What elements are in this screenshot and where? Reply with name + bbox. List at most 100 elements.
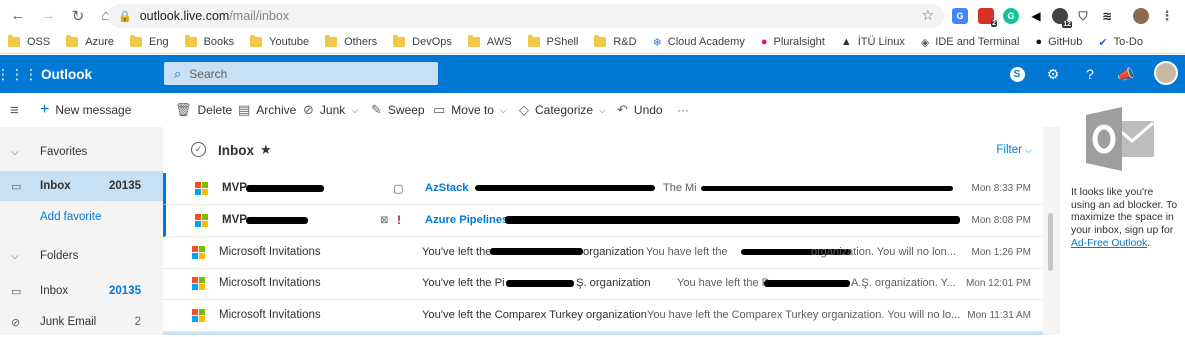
favorites-header[interactable]: ⌵ Favorites bbox=[0, 137, 163, 167]
settings-gear-icon[interactable]: ⚙ bbox=[1043, 64, 1063, 84]
browser-menu-icon[interactable]: ⋮ bbox=[1159, 8, 1175, 24]
bookmark-rd[interactable]: R&D bbox=[594, 35, 637, 48]
more-actions-button[interactable]: ··· bbox=[677, 103, 689, 117]
message-sender: Microsoft Invitations bbox=[219, 246, 321, 259]
list-title: Inbox bbox=[218, 142, 254, 158]
redaction-bar bbox=[505, 216, 960, 224]
bookmark-devops[interactable]: DevOps bbox=[393, 35, 452, 48]
bookmark-label: DevOps bbox=[412, 36, 452, 48]
message-subject-tail: Ş. organization bbox=[576, 277, 651, 290]
categorize-button[interactable]: ◇ Categorize ⌵ bbox=[519, 102, 606, 118]
app-title[interactable]: Outlook bbox=[41, 67, 92, 82]
undo-button[interactable]: ↶ Undo bbox=[617, 102, 663, 118]
favorite-star-icon[interactable]: ★ bbox=[260, 142, 272, 158]
account-avatar[interactable] bbox=[1154, 61, 1178, 85]
bookmark-youtube[interactable]: Youtube bbox=[250, 35, 309, 48]
bookmark-others[interactable]: Others bbox=[325, 35, 377, 48]
folder-move-icon: ▭ bbox=[433, 102, 446, 117]
junk-count: 2 bbox=[134, 316, 141, 328]
bookmark-label: Azure bbox=[85, 36, 114, 48]
message-list-scrollbar[interactable] bbox=[1043, 127, 1060, 335]
extension-arrow-icon[interactable]: ◀ bbox=[1028, 8, 1044, 24]
new-message-label: New message bbox=[55, 103, 132, 117]
bookmark-label: OSS bbox=[27, 36, 51, 48]
microsoft-logo-icon bbox=[195, 182, 208, 195]
whats-new-megaphone-icon[interactable]: 📣 bbox=[1116, 64, 1136, 84]
layers-icon[interactable]: ≋ bbox=[1099, 8, 1115, 24]
new-message-button[interactable]: + New message bbox=[40, 101, 131, 119]
bookmark-eng[interactable]: Eng bbox=[129, 35, 169, 48]
bookmark-books[interactable]: Books bbox=[184, 35, 234, 48]
help-icon[interactable]: ? bbox=[1080, 64, 1100, 84]
select-all-checkbox[interactable]: ✓ bbox=[191, 142, 206, 157]
grammarly-icon[interactable]: G bbox=[1003, 8, 1019, 24]
folder-icon bbox=[467, 35, 480, 47]
profile-avatar[interactable] bbox=[1133, 8, 1149, 24]
add-favorite-link[interactable]: Add favorite bbox=[0, 202, 163, 232]
message-row[interactable]: Microsoft Invitations You've left the or… bbox=[163, 237, 1043, 269]
chevron-down-icon: ⌵ bbox=[351, 104, 359, 115]
chevron-down-icon: ⌵ bbox=[11, 146, 19, 158]
redaction-bar bbox=[490, 248, 583, 255]
extension-dark-icon[interactable]: 12 bbox=[1052, 8, 1072, 28]
translate-extension-icon[interactable]: G bbox=[952, 8, 968, 24]
filter-button[interactable]: Filter ⌵ bbox=[996, 144, 1032, 156]
bookmark-label: PShell bbox=[546, 36, 579, 48]
folders-junk[interactable]: ⊘ Junk Email 2 bbox=[0, 307, 163, 337]
app-launcher-icon[interactable]: ⋮⋮⋮ bbox=[0, 55, 38, 93]
extension-red-icon[interactable]: 2 bbox=[978, 8, 997, 27]
message-sender: Microsoft Invitations bbox=[219, 309, 321, 322]
folders-label: Folders bbox=[40, 250, 79, 262]
bookmark-label: R&D bbox=[613, 36, 637, 48]
bookmark-todo[interactable]: ✔ To-Do bbox=[1098, 36, 1143, 49]
redaction-bar bbox=[764, 280, 850, 287]
message-time: Mon 11:31 AM bbox=[967, 309, 1031, 321]
junk-label: Junk bbox=[319, 103, 346, 117]
bookmark-label: İTÜ Linux bbox=[857, 36, 905, 48]
command-bar: ≡ + New message 🗑 Delete ▤ Archive ⊘ Junk ⌵ ✎… bbox=[0, 93, 1060, 127]
message-row[interactable]: Microsoft Invitations You've left the Co… bbox=[163, 300, 1043, 332]
bookmark-pluralsight[interactable]: ● Pluralsight bbox=[761, 36, 825, 48]
bookmark-itu-linux[interactable]: ▲ İTÜ Linux bbox=[841, 36, 905, 48]
reload-icon[interactable]: ↻ bbox=[66, 4, 90, 28]
ad-free-outlook-link[interactable]: Ad-Free Outlook bbox=[1071, 238, 1147, 249]
message-row[interactable]: MVP ⊠ ! Azure Pipelines Mon 8:08 PM bbox=[163, 205, 1043, 237]
message-row[interactable]: MVP ▢ AzStack The Mi Mon 8:33 PM bbox=[163, 173, 1043, 205]
move-to-button[interactable]: ▭ Move to ⌵ bbox=[433, 102, 507, 118]
redaction-bar bbox=[701, 186, 953, 191]
scrollbar-thumb[interactable] bbox=[1048, 213, 1053, 271]
snowflake-icon: ❄ bbox=[652, 36, 662, 49]
hamburger-menu-icon[interactable]: ≡ bbox=[10, 102, 19, 119]
address-bar[interactable]: 🔒 outlook.live.com/mail/inbox ☆ bbox=[108, 4, 944, 28]
skype-icon[interactable]: S bbox=[1007, 64, 1027, 84]
favorites-inbox[interactable]: ▭ Inbox 20135 bbox=[0, 171, 163, 201]
bookmark-pshell[interactable]: PShell bbox=[527, 35, 579, 48]
sweep-button[interactable]: ✎ Sweep bbox=[371, 102, 425, 118]
folder-icon bbox=[66, 35, 79, 47]
bookmark-label: GitHub bbox=[1048, 36, 1083, 48]
junk-button[interactable]: ⊘ Junk ⌵ bbox=[303, 102, 358, 118]
bookmark-oss[interactable]: OSS bbox=[8, 35, 51, 48]
bookmark-azure[interactable]: Azure bbox=[66, 35, 114, 48]
bookmark-github[interactable]: ● GitHub bbox=[1035, 36, 1082, 48]
message-subject: AzStack bbox=[425, 182, 469, 195]
archive-button[interactable]: ▤ Archive bbox=[238, 102, 296, 118]
bookmark-ide-terminal[interactable]: ◈ IDE and Terminal bbox=[921, 36, 1020, 49]
message-row[interactable]: Microsoft Invitations You've left the Pi… bbox=[163, 268, 1043, 300]
delete-button[interactable]: 🗑 Delete bbox=[175, 102, 232, 118]
pocket-icon[interactable]: ⛉ bbox=[1075, 8, 1091, 24]
microsoft-logo-icon bbox=[192, 246, 205, 259]
bookmark-cloud-academy[interactable]: ❄ Cloud Academy bbox=[653, 36, 745, 49]
forward-icon[interactable]: → bbox=[36, 4, 60, 28]
chevron-down-icon: ⌵ bbox=[499, 104, 507, 115]
back-icon[interactable]: ← bbox=[6, 4, 30, 28]
folders-header[interactable]: ⌵ Folders bbox=[0, 241, 163, 271]
message-time: Mon 8:33 PM bbox=[971, 182, 1031, 194]
bookmark-star-icon[interactable]: ☆ bbox=[921, 7, 934, 24]
folders-inbox[interactable]: ▭ Inbox 20135 bbox=[0, 276, 163, 306]
message-time: Mon 12:01 PM bbox=[965, 277, 1031, 289]
ad-pane: It looks like you're using an ad blocker… bbox=[1060, 93, 1185, 335]
bookmark-aws[interactable]: AWS bbox=[467, 35, 512, 48]
search-input[interactable]: ⌕ Search bbox=[164, 62, 438, 85]
folder-icon bbox=[325, 35, 338, 47]
